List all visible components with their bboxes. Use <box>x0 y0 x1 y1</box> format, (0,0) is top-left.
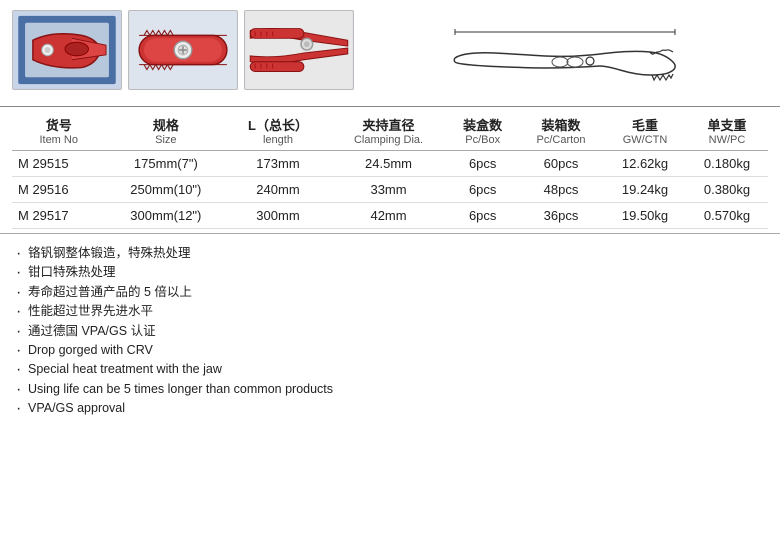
images-section <box>0 0 780 106</box>
table-row: M 29517300mm(12")300mm42mm6pcs36pcs19.50… <box>12 203 768 229</box>
cell-nw_pc: 0.570kg <box>686 203 768 229</box>
cell-item_no: M 29517 <box>12 203 105 229</box>
feature-item: VPA/GS approval <box>16 399 764 418</box>
th-clamping: 夹持直径 Clamping Dia. <box>330 111 448 151</box>
table-row: M 29515175mm(7")173mm24.5mm6pcs60pcs12.6… <box>12 151 768 177</box>
table-header-row: 货号 Item No 规格 Size L（总长） length 夹持直径 Cla… <box>12 111 768 151</box>
cell-nw_pc: 0.180kg <box>686 151 768 177</box>
feature-item: Drop gorged with CRV <box>16 341 764 360</box>
cell-pc_carton: 48pcs <box>518 177 604 203</box>
cell-clamping: 33mm <box>330 177 448 203</box>
th-length: L（总长） length <box>226 111 329 151</box>
features-list: 铬钒钢整体锻造，特殊热处理钳口特殊热处理寿命超过普通产品的 5 倍以上性能超过世… <box>16 244 764 418</box>
photo-2 <box>128 10 238 90</box>
cell-pc_carton: 60pcs <box>518 151 604 177</box>
table-row: M 29516250mm(10")240mm33mm6pcs48pcs19.24… <box>12 177 768 203</box>
product-photos <box>12 10 354 90</box>
cell-item_no: M 29515 <box>12 151 105 177</box>
feature-item: 铬钒钢整体锻造，特殊热处理 <box>16 244 764 263</box>
page-wrapper: 货号 Item No 规格 Size L（总长） length 夹持直径 Cla… <box>0 0 780 558</box>
feature-item: 钳口特殊热处理 <box>16 263 764 282</box>
cell-clamping: 42mm <box>330 203 448 229</box>
th-size: 规格 Size <box>105 111 226 151</box>
cell-clamping: 24.5mm <box>330 151 448 177</box>
th-pc-box: 装盒数 Pc/Box <box>447 111 518 151</box>
cell-length: 240mm <box>226 177 329 203</box>
cell-gw_ctn: 12.62kg <box>604 151 686 177</box>
cell-pc_box: 6pcs <box>447 151 518 177</box>
th-item-no: 货号 Item No <box>12 111 105 151</box>
cell-size: 250mm(10") <box>105 177 226 203</box>
cell-length: 300mm <box>226 203 329 229</box>
feature-item: 性能超过世界先进水平 <box>16 302 764 321</box>
table-body: M 29515175mm(7")173mm24.5mm6pcs60pcs12.6… <box>12 151 768 229</box>
cell-pc_box: 6pcs <box>447 203 518 229</box>
cell-size: 175mm(7") <box>105 151 226 177</box>
th-gw: 毛重 GW/CTN <box>604 111 686 151</box>
cell-gw_ctn: 19.24kg <box>604 177 686 203</box>
cell-gw_ctn: 19.50kg <box>604 203 686 229</box>
line-diagram <box>445 20 685 100</box>
cell-length: 173mm <box>226 151 329 177</box>
feature-item: Using life can be 5 times longer than co… <box>16 380 764 399</box>
product-table: 货号 Item No 规格 Size L（总长） length 夹持直径 Cla… <box>12 111 768 229</box>
th-pc-carton: 装箱数 Pc/Carton <box>518 111 604 151</box>
th-nw: 单支重 NW/PC <box>686 111 768 151</box>
cell-size: 300mm(12") <box>105 203 226 229</box>
feature-item: 寿命超过普通产品的 5 倍以上 <box>16 283 764 302</box>
table-section: 货号 Item No 规格 Size L（总长） length 夹持直径 Cla… <box>0 106 780 229</box>
cell-pc_carton: 36pcs <box>518 203 604 229</box>
photo-3 <box>244 10 354 90</box>
diagram-area <box>362 10 768 100</box>
feature-item: 通过德国 VPA/GS 认证 <box>16 322 764 341</box>
features-section: 铬钒钢整体锻造，特殊热处理钳口特殊热处理寿命超过普通产品的 5 倍以上性能超过世… <box>0 233 780 426</box>
feature-item: Special heat treatment with the jaw <box>16 360 764 379</box>
cell-nw_pc: 0.380kg <box>686 177 768 203</box>
cell-pc_box: 6pcs <box>447 177 518 203</box>
photo-1 <box>12 10 122 90</box>
cell-item_no: M 29516 <box>12 177 105 203</box>
